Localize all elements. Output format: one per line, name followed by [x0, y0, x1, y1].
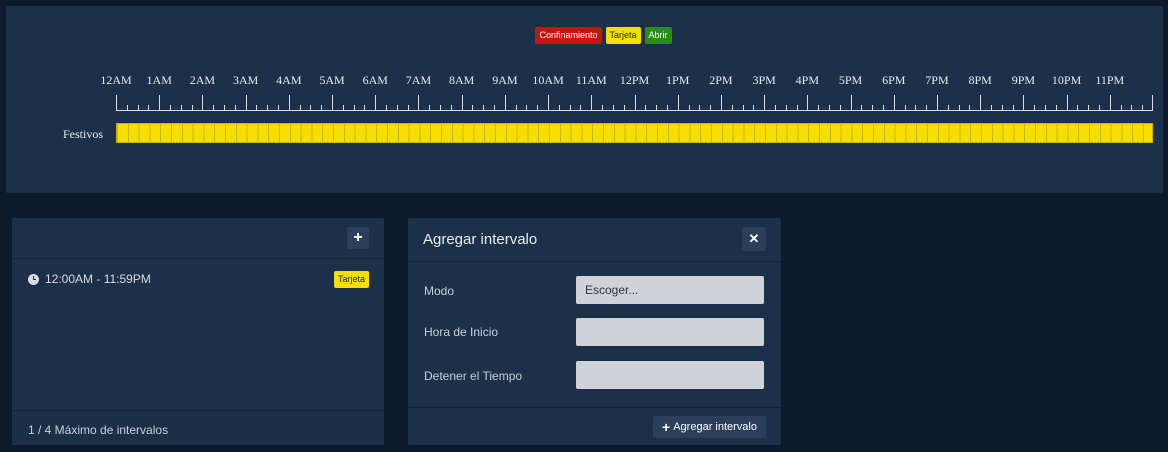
hour-tick — [893, 95, 895, 111]
legend-tarjeta: Tarjeta — [605, 27, 641, 44]
list-header: + — [12, 218, 384, 259]
add-interval-dialog: Agregar intervalo ✕ Modo Escoger... Hora… — [408, 218, 781, 445]
row-label-festivos: Festivos — [63, 127, 104, 141]
hour-label: 3AM — [232, 73, 259, 87]
plus-icon: + — [353, 229, 363, 246]
mode-select[interactable]: Escoger... — [576, 276, 764, 304]
interval-list-panel: + 12:00AM - 11:59PM Tarjeta 1 / 4 Máximo… — [12, 218, 384, 445]
hour-label: 1AM — [146, 73, 172, 87]
start-time-label: Hora de Inicio — [424, 325, 499, 339]
hour-tick — [245, 95, 247, 111]
interval-item[interactable]: 12:00AM - 11:59PM Tarjeta — [28, 270, 369, 288]
add-interval-button[interactable]: + — [347, 227, 369, 249]
submit-add-interval-label: Agregar intervalo — [673, 421, 757, 433]
hour-label: 3PM — [752, 73, 776, 87]
hour-tick — [807, 95, 809, 111]
mode-label: Modo — [424, 284, 455, 298]
legend-confinamiento: Confinamiento — [535, 27, 602, 44]
hour-label: 4AM — [276, 73, 302, 87]
hour-labels: 12AM 1AM 2AM 3AM 4AM 5AM 6AM 7AM 8AM 9AM 10AM 11AM 1… — [6, 73, 1163, 89]
ruler-baseline — [116, 110, 1153, 111]
clock-icon — [28, 273, 39, 285]
hour-label: 5AM — [319, 73, 345, 87]
hour-tick — [591, 95, 593, 111]
hour-label: 9AM — [492, 73, 518, 87]
hour-tick — [332, 95, 334, 111]
hour-tick — [764, 95, 766, 111]
hour-label: 7AM — [405, 73, 432, 87]
submit-add-interval-button[interactable]: + Agregar intervalo — [653, 416, 766, 438]
hour-label: 8AM — [448, 73, 475, 87]
hour-tick — [202, 95, 204, 111]
hour-tick — [375, 95, 377, 111]
hour-label: 2PM — [709, 73, 733, 87]
hour-label: 4PM — [795, 73, 819, 87]
hour-label: 6AM — [362, 73, 388, 87]
hour-label: 8PM — [968, 73, 992, 87]
plus-icon: + — [662, 419, 671, 435]
hour-tick — [1152, 95, 1153, 111]
hour-tick — [288, 95, 290, 111]
hour-tick — [116, 95, 117, 111]
legend-abrir: Abrir — [644, 27, 672, 44]
hour-tick — [504, 95, 506, 111]
hour-label: 11AM — [575, 73, 607, 87]
hour-label: 12PM — [619, 73, 650, 87]
interval-mode-badge: Tarjeta — [333, 270, 369, 288]
hour-tick — [850, 95, 852, 111]
hour-tick — [1066, 95, 1068, 111]
time-ruler — [116, 94, 1153, 111]
hour-label: 9PM — [1011, 73, 1036, 87]
hour-tick — [461, 95, 463, 111]
close-button[interactable]: ✕ — [742, 227, 766, 251]
hour-tick — [1109, 95, 1111, 111]
hour-label: 2AM — [189, 73, 216, 87]
hour-tick — [677, 95, 679, 111]
hour-label: 7PM — [925, 73, 949, 87]
interval-time: 12:00AM - 11:59PM — [45, 272, 151, 286]
hour-label: 6PM — [882, 73, 906, 87]
dialog-title: Agregar intervalo — [423, 231, 538, 248]
schedule-panel: Confinamiento Tarjeta Abrir 12AM 1AM 2AM 3A… — [6, 6, 1163, 193]
dialog-footer: + Agregar intervalo — [408, 407, 781, 445]
hour-label: 5PM — [838, 73, 863, 87]
schedule-bar-festivos[interactable] — [116, 123, 1153, 143]
hour-tick — [634, 95, 636, 111]
stop-time-input[interactable] — [576, 361, 764, 389]
hour-tick — [980, 95, 982, 111]
hour-tick — [418, 95, 420, 111]
hour-tick — [159, 95, 161, 111]
hour-label: 11PM — [1095, 73, 1125, 87]
hour-tick — [936, 95, 938, 111]
hour-tick — [720, 95, 722, 111]
hour-label: 10PM — [1051, 73, 1082, 87]
close-icon: ✕ — [748, 231, 760, 246]
hour-tick — [548, 95, 550, 111]
interval-count: 1 / 4 Máximo de intervalos — [12, 410, 384, 445]
hour-tick — [1023, 95, 1025, 111]
hour-label: 10AM — [532, 73, 564, 87]
hour-label: 12AM — [100, 73, 132, 87]
hour-label: 1PM — [666, 73, 690, 87]
stop-time-label: Detener el Tiempo — [424, 369, 523, 383]
start-time-input[interactable] — [576, 318, 764, 346]
legend: Confinamiento Tarjeta Abrir — [6, 27, 1163, 44]
dialog-header: Agregar intervalo ✕ — [408, 218, 781, 262]
